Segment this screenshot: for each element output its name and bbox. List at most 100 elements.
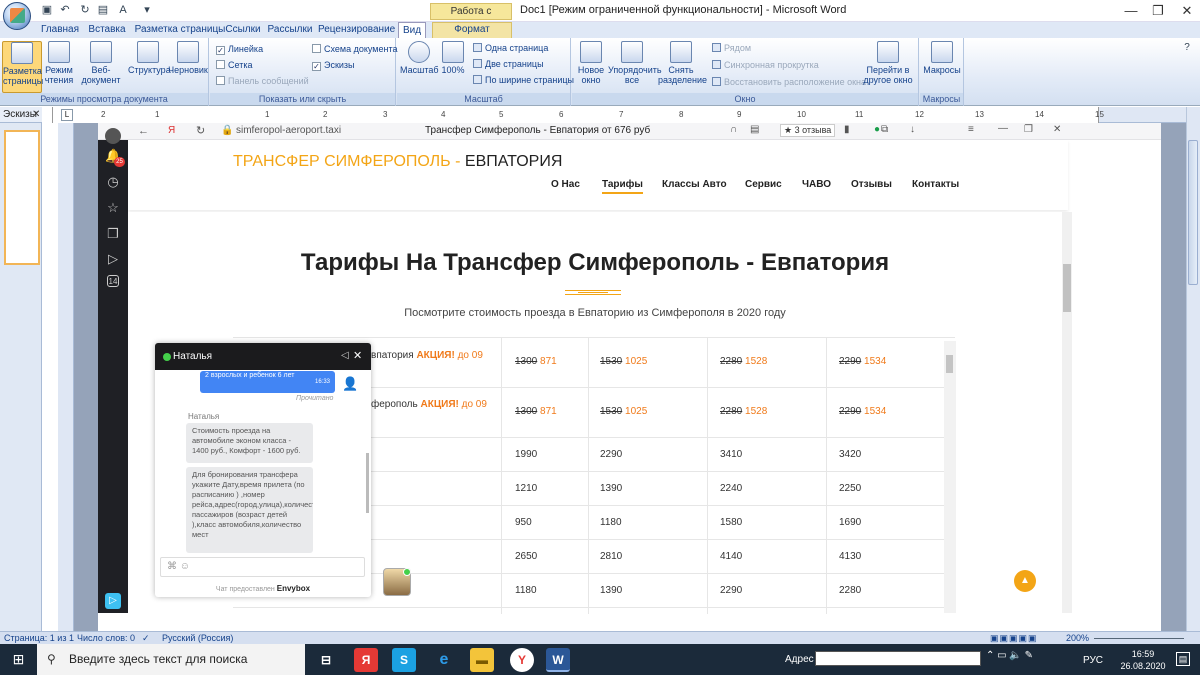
page-thumbnail[interactable] xyxy=(4,130,40,265)
envybox-logo[interactable]: Envybox xyxy=(277,584,310,593)
one-page-button[interactable]: Одна страница xyxy=(473,41,548,55)
start-button[interactable]: ⊞ xyxy=(0,644,37,675)
two-pages-button[interactable]: Две страницы xyxy=(473,57,544,71)
taskbar-search[interactable]: ⚲ Введите здесь текст для поиска xyxy=(37,644,305,675)
nav-service[interactable]: Сервис xyxy=(745,179,782,190)
nav-reviews[interactable]: Отзывы xyxy=(851,179,892,190)
language-indicator[interactable]: РУС xyxy=(1083,655,1103,666)
ruler-text-area[interactable]: 1 2 1 2 3 4 5 6 7 8 9 10 11 12 13 14 15 xyxy=(52,107,1104,123)
redo-icon[interactable]: ↻ xyxy=(78,3,92,17)
tab-mailings[interactable]: Рассылки xyxy=(266,22,314,38)
side-by-side-button[interactable]: Рядом xyxy=(712,41,751,55)
office-button[interactable] xyxy=(3,2,31,30)
arrange-all-button[interactable]: Упорядочить все xyxy=(608,41,662,85)
url-text[interactable]: simferopol-aeroport.taxi xyxy=(236,125,341,136)
nav-contacts[interactable]: Контакты xyxy=(912,179,959,190)
gridlines-checkbox[interactable]: Сетка xyxy=(216,58,252,72)
save-icon[interactable]: ▣ xyxy=(40,3,54,17)
nav-faq[interactable]: ЧАВО xyxy=(802,179,831,190)
help-icon[interactable]: ? xyxy=(1180,42,1194,56)
headphones-icon[interactable]: ∩ xyxy=(730,124,737,135)
reload-icon[interactable]: ↻ xyxy=(196,124,205,137)
chat-scrollbar[interactable] xyxy=(366,453,369,513)
sound-icon[interactable]: ◁ xyxy=(341,350,349,361)
task-view-icon[interactable]: ⊟ xyxy=(314,648,338,672)
yandex-browser-icon[interactable]: Y xyxy=(510,648,534,672)
protect-icon[interactable]: ● xyxy=(874,124,880,135)
table-scrollbar-thumb[interactable] xyxy=(946,355,953,373)
browser-restore-icon[interactable]: ❐ xyxy=(1024,124,1033,135)
scroll-to-top-button[interactable]: ▲ xyxy=(1014,570,1036,592)
word-app-icon[interactable]: W xyxy=(546,648,570,672)
chat-close-icon[interactable]: ✕ xyxy=(353,349,362,362)
back-icon[interactable]: ← xyxy=(138,125,149,137)
new-window-button[interactable]: Новое окно xyxy=(574,41,608,85)
customize-qat-icon[interactable]: ▾ xyxy=(140,3,154,17)
zoom-100-button[interactable]: 100% xyxy=(440,41,466,75)
nav-about[interactable]: О Нас xyxy=(551,179,580,190)
tab-view[interactable]: Вид xyxy=(398,22,426,38)
site-scrollbar[interactable] xyxy=(1062,212,1072,613)
close-button[interactable]: ✕ xyxy=(1164,0,1200,21)
undo-icon[interactable]: ↶ xyxy=(58,3,72,17)
message-bar-checkbox[interactable]: Панель сообщений xyxy=(216,74,309,88)
bookmark-icon[interactable]: ▮ xyxy=(844,124,850,135)
messenger-icon[interactable]: ▷ xyxy=(105,593,121,609)
site-logo[interactable]: ТРАНСФЕР СИМФЕРОПОЛЬ - ЕВПАТОРИЯ xyxy=(233,153,562,171)
ruler-checkbox[interactable]: ✓ Линейка xyxy=(216,42,263,56)
site-scrollbar-thumb[interactable] xyxy=(1063,264,1071,312)
nav-car-classes[interactable]: Классы Авто xyxy=(662,179,727,190)
switch-windows-button[interactable]: Перейти в другое окно xyxy=(860,41,916,85)
skype-icon[interactable]: S xyxy=(392,648,416,672)
download-icon[interactable]: ↓ xyxy=(910,124,915,135)
favorites-icon[interactable]: ☆ xyxy=(105,200,121,216)
clock[interactable]: 16:59 26.08.2020 xyxy=(1118,648,1168,672)
history-icon[interactable]: ◷ xyxy=(105,174,121,190)
zoom-button[interactable]: Масштаб xyxy=(400,41,439,75)
tab-home[interactable]: Главная xyxy=(38,22,82,38)
page-width-button[interactable]: По ширине страницы xyxy=(473,73,574,87)
macros-button[interactable]: Макросы xyxy=(923,41,961,75)
yandex-app-icon[interactable]: Я xyxy=(354,648,378,672)
draft-button[interactable]: Черновик xyxy=(168,41,208,75)
browser-close-icon[interactable]: ✕ xyxy=(1053,124,1061,135)
play-icon[interactable]: ▷ xyxy=(105,251,121,267)
system-tray-icons[interactable]: ⌃ ▭ 🔈 ✎ xyxy=(986,650,1033,661)
tab-selector-button[interactable]: L xyxy=(61,109,73,121)
format-icon[interactable]: A xyxy=(116,3,130,17)
profile-avatar[interactable] xyxy=(105,128,121,144)
zoom-slider[interactable] xyxy=(1094,638,1184,639)
outline-button[interactable]: Структура xyxy=(128,41,171,75)
address-input[interactable] xyxy=(815,651,981,666)
tab-page-layout[interactable]: Разметка страницы xyxy=(132,22,228,38)
tab-references[interactable]: Ссылки xyxy=(224,22,262,38)
split-button[interactable]: Снять разделение xyxy=(658,41,707,85)
browser-minimize-icon[interactable]: — xyxy=(998,123,1008,134)
attach-icon[interactable]: ⌘ xyxy=(167,561,177,572)
reviews-badge[interactable]: ★ 3 отзыва xyxy=(780,124,836,137)
reader-icon[interactable]: ▤ xyxy=(750,124,759,135)
document-map-checkbox[interactable]: Схема документа xyxy=(312,42,397,56)
notifications-icon[interactable]: ▤ xyxy=(1176,652,1190,666)
reset-window-button[interactable]: Восстановить расположение окна xyxy=(712,75,866,89)
edge-icon[interactable]: e xyxy=(432,648,456,672)
extensions-icon[interactable]: ⧉ xyxy=(881,124,888,135)
menu-icon[interactable]: ≡ xyxy=(968,124,974,135)
full-screen-reading-button[interactable]: Режим чтения xyxy=(44,41,74,85)
web-layout-button[interactable]: Веб-документ xyxy=(74,41,128,85)
collections-icon[interactable]: ❐ xyxy=(105,226,121,242)
chat-input[interactable]: ⌘ ☺ xyxy=(160,557,365,577)
print-preview-icon[interactable]: ▤ xyxy=(96,3,110,17)
sync-scroll-button[interactable]: Синхронная прокрутка xyxy=(712,58,819,72)
print-layout-button[interactable]: Разметка страницы xyxy=(2,41,43,93)
scrollbar-thumb[interactable] xyxy=(1188,140,1198,285)
tab-review[interactable]: Рецензирование xyxy=(318,22,395,38)
explorer-icon[interactable]: ▬ xyxy=(470,648,494,672)
tab-insert[interactable]: Вставка xyxy=(84,22,130,38)
yandex-icon[interactable]: Я xyxy=(168,125,175,136)
nav-tariffs[interactable]: Тарифы xyxy=(602,179,643,194)
thumbnails-checkbox[interactable]: ✓ Эскизы xyxy=(312,58,355,72)
close-thumbnails-icon[interactable]: ✕ xyxy=(32,109,40,120)
tabs-count-icon[interactable]: 14 xyxy=(107,275,119,287)
tab-format[interactable]: Формат xyxy=(440,22,504,38)
